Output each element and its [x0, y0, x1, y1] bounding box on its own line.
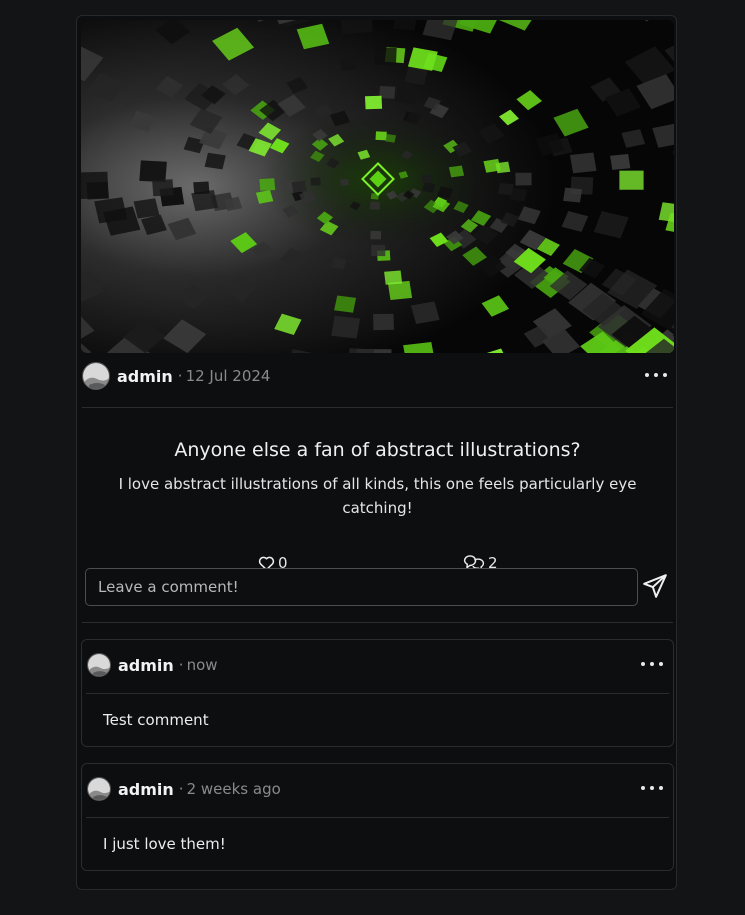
commenter-avatar[interactable]	[87, 653, 111, 677]
divider	[86, 693, 669, 694]
commenter-name[interactable]: admin	[118, 780, 174, 799]
divider	[82, 407, 673, 408]
meta-separator: ·	[178, 780, 184, 798]
divider	[86, 817, 669, 818]
comment-time: now	[186, 656, 218, 674]
divider	[82, 622, 673, 623]
post-card: admin · 12 Jul 2024 Anyone else a fan of…	[76, 15, 677, 890]
commenter-avatar[interactable]	[87, 777, 111, 801]
meta-separator: ·	[178, 656, 184, 674]
comment-meta: admin · now	[87, 650, 218, 680]
post-body: I love abstract illustrations of all kin…	[118, 475, 637, 517]
post-title: Anyone else a fan of abstract illustrati…	[174, 439, 581, 461]
comment-more-options-icon[interactable]	[641, 781, 663, 795]
comment-item: admin · 2 weeks ago I just love them!	[81, 763, 674, 871]
comment-input[interactable]	[85, 568, 638, 606]
comment-item: admin · now Test comment	[81, 639, 674, 747]
post-meta: admin · 12 Jul 2024	[82, 361, 270, 391]
commenter-name[interactable]: admin	[118, 656, 174, 675]
comment-text: Test comment	[103, 711, 209, 729]
meta-separator: ·	[177, 367, 183, 385]
comment-more-options-icon[interactable]	[641, 657, 663, 671]
send-icon[interactable]	[642, 573, 668, 599]
post-more-options-icon[interactable]	[645, 368, 667, 382]
comment-text: I just love them!	[103, 835, 226, 853]
author-avatar[interactable]	[82, 362, 110, 390]
comment-meta: admin · 2 weeks ago	[87, 774, 281, 804]
post-date: 12 Jul 2024	[185, 367, 271, 385]
comment-time: 2 weeks ago	[186, 780, 281, 798]
post-image	[81, 20, 674, 353]
author-name[interactable]: admin	[117, 367, 173, 386]
